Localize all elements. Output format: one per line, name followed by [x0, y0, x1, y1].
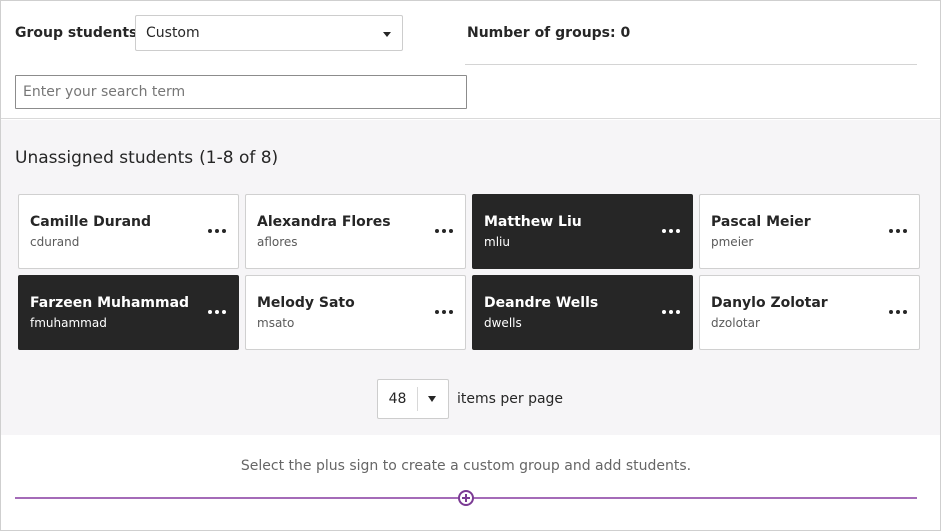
student-username: pmeier	[711, 235, 754, 249]
items-per-page-value: 48	[378, 387, 418, 411]
group-settings-panel: Group students Custom Number of groups: …	[1, 1, 940, 119]
unassigned-title-text: Unassigned students	[15, 148, 194, 168]
student-username: dwells	[484, 316, 522, 330]
student-username: cdurand	[30, 235, 80, 249]
student-name: Danylo Zolotar	[711, 295, 828, 311]
items-per-page-label: items per page	[457, 391, 564, 407]
more-options-icon[interactable]	[662, 229, 680, 233]
student-card[interactable]: Pascal Meier pmeier	[699, 194, 920, 269]
student-name: Melody Sato	[257, 295, 355, 311]
items-per-page-select[interactable]: 48	[377, 379, 449, 419]
chevron-down-icon	[428, 396, 436, 402]
student-card[interactable]: Melody Sato msato	[245, 275, 466, 350]
student-name: Alexandra Flores	[257, 214, 391, 230]
student-username: mliu	[484, 235, 510, 249]
more-options-icon[interactable]	[208, 310, 226, 314]
student-username: fmuhammad	[30, 316, 107, 330]
more-options-icon[interactable]	[208, 229, 226, 233]
more-options-icon[interactable]	[435, 229, 453, 233]
section-title: Unassigned students (1-8 of 8)	[15, 148, 278, 168]
student-name: Pascal Meier	[711, 214, 811, 230]
student-card[interactable]: Alexandra Flores aflores	[245, 194, 466, 269]
student-username: msato	[257, 316, 295, 330]
more-options-icon[interactable]	[662, 310, 680, 314]
number-of-groups: Number of groups: 0	[467, 25, 631, 41]
more-options-icon[interactable]	[889, 229, 907, 233]
custom-groups-section: Select the plus sign to create a custom …	[1, 435, 940, 530]
divider	[465, 64, 917, 65]
chevron-down-icon	[383, 32, 391, 37]
student-name: Farzeen Muhammad	[30, 295, 190, 311]
search-input[interactable]	[15, 75, 467, 109]
unassigned-range: (1-8 of 8)	[199, 148, 279, 168]
student-name: Matthew Liu	[484, 214, 582, 230]
student-card[interactable]: Camille Durand cdurand	[18, 194, 239, 269]
group-method-value: Custom	[146, 25, 200, 41]
student-card[interactable]: Danylo Zolotar dzolotar	[699, 275, 920, 350]
student-name: Camille Durand	[30, 214, 152, 230]
group-method-select[interactable]: Custom	[135, 15, 403, 51]
student-card[interactable]: Farzeen Muhammad fmuhammad	[18, 275, 239, 350]
more-options-icon[interactable]	[435, 310, 453, 314]
group-students-label: Group students	[15, 25, 138, 41]
add-group-plus-icon[interactable]	[458, 490, 474, 506]
student-card[interactable]: Matthew Liu mliu	[472, 194, 693, 269]
more-options-icon[interactable]	[889, 310, 907, 314]
unassigned-students-section: Unassigned students (1-8 of 8) Camille Du…	[1, 120, 940, 435]
create-group-hint: Select the plus sign to create a custom …	[240, 458, 692, 474]
student-card[interactable]: Deandre Wells dwells	[472, 275, 693, 350]
student-name: Deandre Wells	[484, 295, 599, 311]
student-grid: Camille Durand cdurand Alexandra Flores …	[18, 194, 920, 350]
student-username: dzolotar	[711, 316, 760, 330]
student-username: aflores	[257, 235, 298, 249]
